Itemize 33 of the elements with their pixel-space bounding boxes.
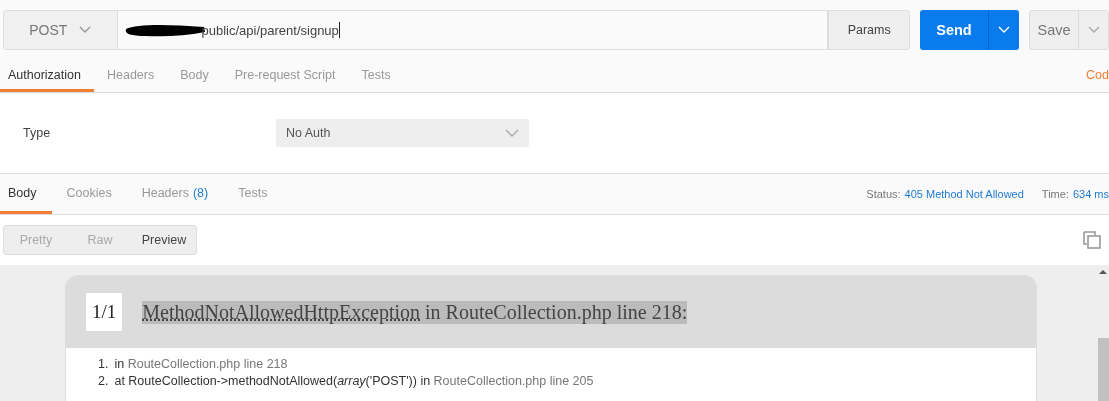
code-link[interactable]: Cod [1086, 68, 1109, 82]
type-label: Type [23, 126, 52, 140]
view-mode-tab[interactable]: Raw [68, 226, 132, 254]
chevron-down-icon [79, 26, 92, 34]
request-tab[interactable]: Body [167, 60, 222, 92]
chevron-down-icon [998, 26, 1010, 34]
trace-number: 1. [98, 356, 109, 373]
time-value: 634 ms [1072, 188, 1109, 200]
trace-line: in RouteCollection.php line 218 [114, 356, 288, 373]
request-tab[interactable]: Headers [93, 60, 168, 92]
request-tab[interactable]: Tests [348, 60, 404, 92]
chevron-down-icon [505, 129, 519, 137]
trace-number: 2. [98, 373, 109, 390]
trace-line: at RouteCollection->methodNotAllowed(array('POST')) in RouteCollection.php line 205 [114, 373, 594, 390]
scrollbar-thumb[interactable] [1098, 338, 1109, 401]
error-counter: 1/1 [86, 293, 123, 331]
view-mode-tab[interactable]: Pretty [4, 226, 68, 254]
copy-icon[interactable] [1083, 231, 1101, 249]
time-label: Time: [1041, 188, 1069, 200]
response-tab[interactable]: Tests [223, 174, 283, 214]
request-tab[interactable]: Pre-request Script [221, 60, 349, 92]
chevron-down-icon [1087, 26, 1100, 34]
method-dropdown[interactable]: POST [3, 10, 118, 50]
response-tab[interactable]: Cookies [51, 174, 127, 214]
response-tab[interactable]: Headers (8) [126, 174, 224, 214]
view-mode-tab[interactable]: Preview [132, 226, 196, 254]
params-button[interactable]: Params [828, 10, 910, 50]
status-value: 405 Method Not Allowed [904, 188, 1024, 200]
auth-type-dropdown[interactable]: No Auth [276, 119, 529, 147]
error-heading: MethodNotAllowedHttpException in RouteCollection.php line 218: [142, 300, 688, 324]
scroll-up-icon [1099, 269, 1107, 274]
status-label: Status: [866, 188, 901, 200]
url-field[interactable]: public/api/parent/signup [117, 10, 829, 50]
